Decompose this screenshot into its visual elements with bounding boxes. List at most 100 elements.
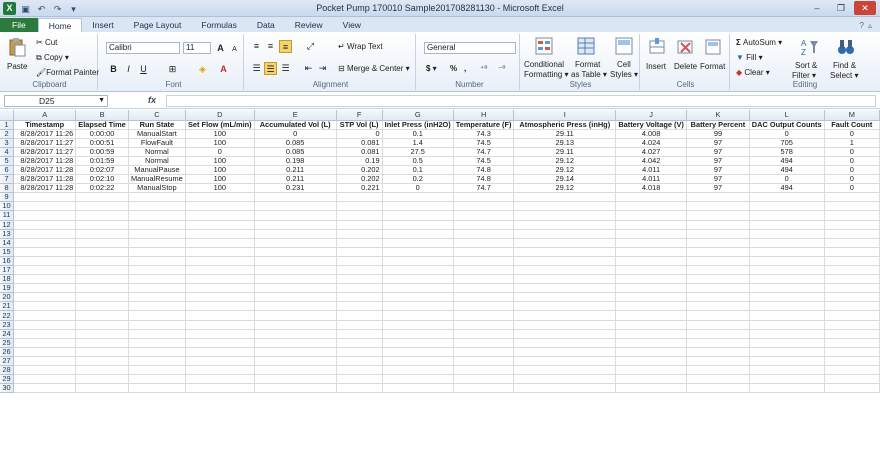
cell-e27[interactable] [254,356,337,367]
row-header[interactable]: 22 [0,310,15,321]
cell-e6[interactable]: 0.211 [254,165,337,176]
cell-b11[interactable] [75,210,129,221]
cell-m11[interactable] [824,210,880,221]
cell-j21[interactable] [615,301,688,312]
cell-i9[interactable] [513,192,617,203]
cell-c19[interactable] [128,283,187,294]
autosum-button[interactable]: Σ AutoSum ▾ [736,38,782,47]
cell-m9[interactable] [824,192,880,203]
row-header[interactable]: 19 [0,283,15,294]
align-top-icon[interactable]: ≡ [250,40,263,53]
cell-m8[interactable]: 0 [824,183,880,194]
orientation-icon[interactable]: ⤢ [304,40,317,53]
cell-j1[interactable]: Battery Voltage (V) [615,120,688,130]
cell-f2[interactable]: 0 [336,129,383,139]
cell-j18[interactable] [615,274,688,285]
cell-a11[interactable] [13,210,77,221]
cell-i19[interactable] [513,283,617,294]
cell-e12[interactable] [254,220,337,230]
cell-k24[interactable] [686,329,750,339]
tab-data[interactable]: Data [247,18,285,32]
cell-c26[interactable] [128,347,187,357]
cell-g5[interactable]: 0.5 [382,156,454,166]
cell-l28[interactable] [749,365,825,376]
cell-b4[interactable]: 0:00:59 [75,147,129,157]
cell-d26[interactable] [185,347,255,357]
cell-j8[interactable]: 4.018 [615,183,688,194]
cell-k18[interactable] [686,274,750,285]
formula-input[interactable] [166,95,876,107]
cell-f3[interactable]: 0.081 [336,138,383,148]
cell-k28[interactable] [686,365,750,376]
cell-c15[interactable] [128,247,187,257]
cell-g9[interactable] [382,192,454,203]
cell-b26[interactable] [75,347,129,357]
cell-c9[interactable] [128,192,187,203]
cell-l16[interactable] [749,256,825,267]
cell-f29[interactable] [336,374,383,385]
cell-g11[interactable] [382,210,454,221]
cell-d28[interactable] [185,365,255,376]
cell-c18[interactable] [128,274,187,285]
cell-m20[interactable] [824,292,880,303]
fill-color-icon[interactable]: ◈ [196,63,209,76]
conditional-formatting-button[interactable]: Conditional [524,60,564,69]
cell-b14[interactable] [75,238,129,248]
cell-d6[interactable]: 100 [185,165,255,176]
align-middle-icon[interactable]: ≡ [264,40,277,53]
cell-f19[interactable] [336,283,383,294]
cell-h19[interactable] [453,283,515,294]
cell-m4[interactable]: 0 [824,147,880,157]
cell-i12[interactable] [513,220,617,230]
cell-g15[interactable] [382,247,454,257]
cell-f30[interactable] [336,383,383,394]
cell-e7[interactable]: 0.211 [254,174,337,185]
column-header-g[interactable]: G [382,110,454,121]
cell-b19[interactable] [75,283,129,294]
increase-decimal-icon[interactable]: ⁺⁰ [480,64,487,73]
cell-j10[interactable] [615,201,688,212]
cell-c3[interactable]: FlowFault [128,138,187,148]
cell-i5[interactable]: 29.12 [513,156,617,166]
cell-h10[interactable] [453,201,515,212]
cell-k10[interactable] [686,201,750,212]
cell-j7[interactable]: 4.011 [615,174,688,185]
comma-button[interactable]: , [464,64,466,73]
cell-f28[interactable] [336,365,383,376]
cell-g7[interactable]: 0.2 [382,174,454,185]
cell-h21[interactable] [453,301,515,312]
cell-l24[interactable] [749,329,825,339]
cell-l15[interactable] [749,247,825,257]
cell-h7[interactable]: 74.8 [453,174,515,185]
cell-m13[interactable] [824,229,880,239]
cell-l1[interactable]: DAC Output Counts [749,120,825,130]
column-header-b[interactable]: B [75,110,129,121]
conditional-formatting-icon[interactable] [534,36,554,56]
cell-e10[interactable] [254,201,337,212]
cell-d10[interactable] [185,201,255,212]
column-header-i[interactable]: I [513,110,617,121]
cell-b6[interactable]: 0:02:07 [75,165,129,176]
cell-d15[interactable] [185,247,255,257]
cell-m14[interactable] [824,238,880,248]
cell-g22[interactable] [382,310,454,321]
cell-f17[interactable] [336,265,383,276]
cell-c8[interactable]: ManualStop [128,183,187,194]
cell-d17[interactable] [185,265,255,276]
cell-g13[interactable] [382,229,454,239]
fill-button[interactable]: ▼ Fill ▾ [736,53,763,62]
cell-f18[interactable] [336,274,383,285]
cell-f24[interactable] [336,329,383,339]
row-header[interactable]: 3 [0,138,15,148]
cell-l30[interactable] [749,383,825,394]
cell-d12[interactable] [185,220,255,230]
row-header[interactable]: 11 [0,210,15,221]
cell-h1[interactable]: Temperature (F) [453,120,515,130]
row-header[interactable]: 21 [0,301,15,312]
cell-e16[interactable] [254,256,337,267]
cell-e23[interactable] [254,320,337,330]
cell-k16[interactable] [686,256,750,267]
row-header[interactable]: 29 [0,374,15,385]
cell-d22[interactable] [185,310,255,321]
cell-f11[interactable] [336,210,383,221]
